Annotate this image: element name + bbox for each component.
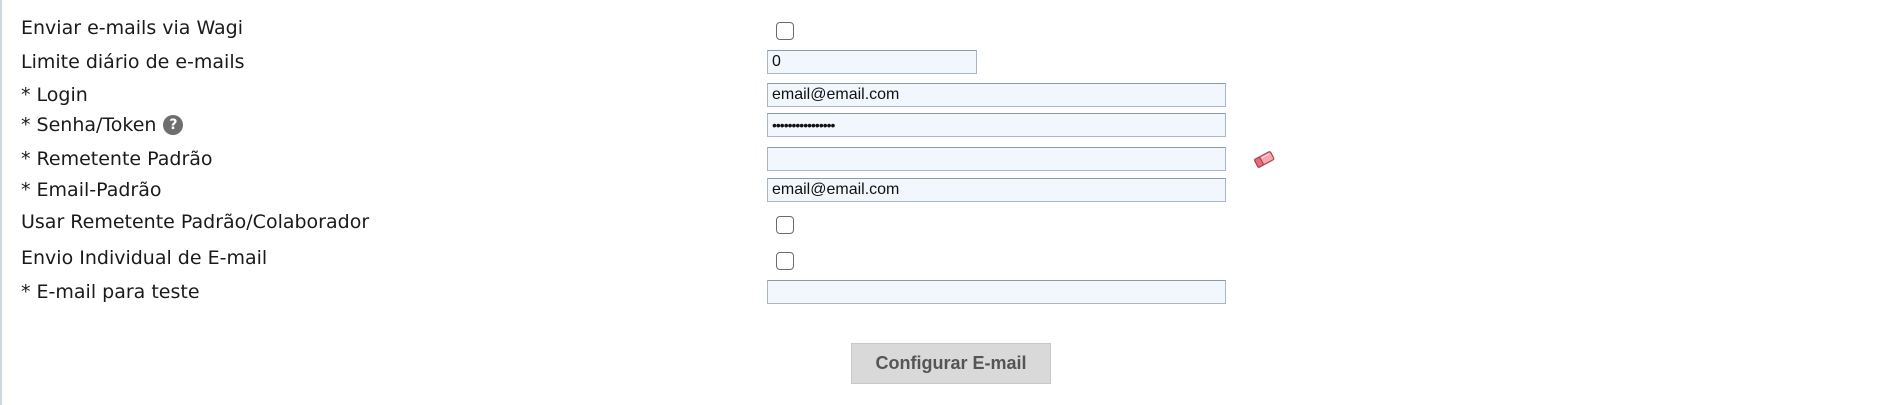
form-row-individual-send: Envio Individual de E-mail bbox=[0, 243, 1891, 273]
individual-send-checkbox[interactable] bbox=[776, 252, 794, 270]
test-email-input[interactable] bbox=[767, 280, 1226, 304]
field-label-login: * Login bbox=[21, 84, 88, 106]
field-label-test-email: * E-mail para teste bbox=[21, 281, 200, 303]
field-label-send-via-wagi: Enviar e-mails via Wagi bbox=[21, 17, 244, 39]
form-row-use-default-sender: Usar Remetente Padrão/Colaborador bbox=[0, 207, 1891, 237]
send-via-wagi-checkbox[interactable] bbox=[776, 22, 794, 40]
field-label-individual-send: Envio Individual de E-mail bbox=[21, 247, 268, 269]
default-sender-input[interactable] bbox=[767, 147, 1226, 171]
form-row-password: * Senha/Token ? bbox=[0, 110, 1891, 140]
use-default-sender-checkbox[interactable] bbox=[776, 216, 794, 234]
daily-limit-input[interactable] bbox=[767, 50, 977, 74]
form-row-default-email: * Email-Padrão bbox=[0, 175, 1891, 205]
field-label-default-email: * Email-Padrão bbox=[21, 179, 162, 201]
field-label-daily-limit: Limite diário de e-mails bbox=[21, 51, 245, 73]
default-email-input[interactable] bbox=[767, 178, 1226, 202]
eraser-icon[interactable] bbox=[1253, 149, 1275, 169]
form-row-test-email: * E-mail para teste bbox=[0, 277, 1891, 307]
field-label-password: * Senha/Token bbox=[21, 114, 157, 136]
form-row-login: * Login bbox=[0, 80, 1891, 110]
form-row-send-via-wagi: Enviar e-mails via Wagi bbox=[0, 13, 1891, 43]
field-label-default-sender: * Remetente Padrão bbox=[21, 148, 213, 170]
password-input[interactable] bbox=[767, 113, 1226, 137]
field-label-use-default-sender: Usar Remetente Padrão/Colaborador bbox=[21, 211, 370, 233]
login-input[interactable] bbox=[767, 83, 1226, 107]
form-row-daily-limit: Limite diário de e-mails bbox=[0, 47, 1891, 77]
question-circle-icon[interactable]: ? bbox=[163, 115, 184, 135]
form-row-default-sender: * Remetente Padrão bbox=[0, 144, 1891, 174]
field-label-password-wrapper: * Senha/Token ? bbox=[21, 114, 184, 136]
configure-email-button[interactable]: Configurar E-mail bbox=[851, 343, 1051, 384]
